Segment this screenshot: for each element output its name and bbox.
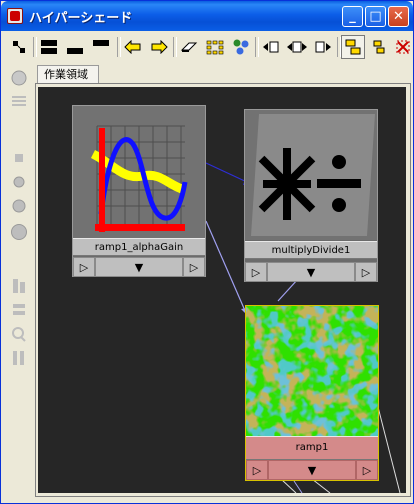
- connection-line[interactable]: [311, 478, 331, 493]
- expand-button[interactable]: ▼: [95, 257, 183, 277]
- clear-icon[interactable]: [391, 35, 414, 59]
- connection-line[interactable]: [205, 220, 247, 314]
- sort-icon[interactable]: [8, 299, 30, 321]
- multiply-divide-icon: [245, 110, 377, 240]
- tile-small-icon[interactable]: [367, 35, 391, 59]
- node-multiplydivide1[interactable]: multiplyDivide1 ▷ ▼ ▷: [244, 109, 378, 282]
- input-output-connections-icon[interactable]: [285, 35, 309, 59]
- layout-bottom-icon[interactable]: [63, 35, 87, 59]
- grid-icon[interactable]: [203, 35, 227, 59]
- input-connections-icon[interactable]: [259, 35, 283, 59]
- sphere-icon[interactable]: [8, 221, 30, 243]
- graph-icon[interactable]: [7, 35, 31, 59]
- tab-work-area[interactable]: 作業領域: [37, 65, 99, 83]
- arrow-right-icon[interactable]: [147, 35, 171, 59]
- layout-top-icon[interactable]: [37, 35, 61, 59]
- texture-swatch: [246, 306, 378, 436]
- small-square-icon[interactable]: [8, 147, 30, 169]
- close-button[interactable]: ✕: [388, 6, 409, 27]
- eraser-icon[interactable]: [177, 35, 201, 59]
- zoom-icon[interactable]: [8, 323, 30, 345]
- output-connections-icon[interactable]: [311, 35, 335, 59]
- list-icon[interactable]: [8, 91, 30, 113]
- node-label[interactable]: multiplyDivide1: [245, 241, 377, 259]
- tile-icon[interactable]: [341, 35, 365, 59]
- work-area-canvas[interactable]: ramp1_alphaGain ▷ ▼ ▷ multiplyDivide1 ▷ …: [38, 87, 406, 493]
- expand-button[interactable]: ▼: [267, 262, 355, 282]
- connection-line[interactable]: [293, 480, 303, 493]
- node-controls: ▷ ▼ ▷: [245, 262, 377, 282]
- connection-line[interactable]: [280, 478, 297, 493]
- maximize-button[interactable]: □: [365, 6, 386, 27]
- connection-line[interactable]: [205, 162, 250, 184]
- minimize-button[interactable]: _: [342, 6, 363, 27]
- input-port-button[interactable]: ▷: [246, 460, 268, 480]
- sphere-icon[interactable]: [8, 195, 30, 217]
- node-label[interactable]: ramp1_alphaGain: [73, 238, 205, 256]
- sort-icon[interactable]: [8, 347, 30, 369]
- layout-single-icon[interactable]: [89, 35, 113, 59]
- sphere-icon[interactable]: [8, 67, 30, 89]
- sphere-icon[interactable]: [8, 171, 30, 193]
- toolbar: [5, 33, 411, 61]
- arrow-left-icon[interactable]: [121, 35, 145, 59]
- node-controls: ▷ ▼ ▷: [246, 460, 378, 480]
- output-port-button[interactable]: ▷: [356, 460, 378, 480]
- connection-line[interactable]: [377, 406, 401, 493]
- node-ramp1-alphagain[interactable]: ramp1_alphaGain ▷ ▼ ▷: [72, 105, 206, 277]
- hypershade-window: ハイパーシェード _ □ ✕ 作業領域 ramp1_alphaGain ▷ ▼ …: [0, 0, 414, 504]
- window-title: ハイパーシェード: [29, 11, 133, 26]
- input-port-button[interactable]: ▷: [245, 262, 267, 282]
- output-port-button[interactable]: ▷: [355, 262, 377, 282]
- sort-icon[interactable]: [8, 275, 30, 297]
- node-label[interactable]: ramp1: [246, 436, 378, 460]
- input-port-button[interactable]: ▷: [73, 257, 95, 277]
- node-controls: ▷ ▼ ▷: [73, 257, 205, 277]
- connection-line[interactable]: [277, 278, 299, 302]
- left-sidebar: [5, 63, 33, 499]
- network-icon[interactable]: [229, 35, 253, 59]
- title-bar[interactable]: ハイパーシェード _ □ ✕: [1, 1, 413, 31]
- app-icon[interactable]: [7, 8, 23, 24]
- output-port-button[interactable]: ▷: [183, 257, 205, 277]
- expand-button[interactable]: ▼: [268, 460, 356, 480]
- curve-graph-icon: [73, 106, 205, 238]
- node-ramp1[interactable]: ramp1 ▷ ▼ ▷: [245, 305, 379, 481]
